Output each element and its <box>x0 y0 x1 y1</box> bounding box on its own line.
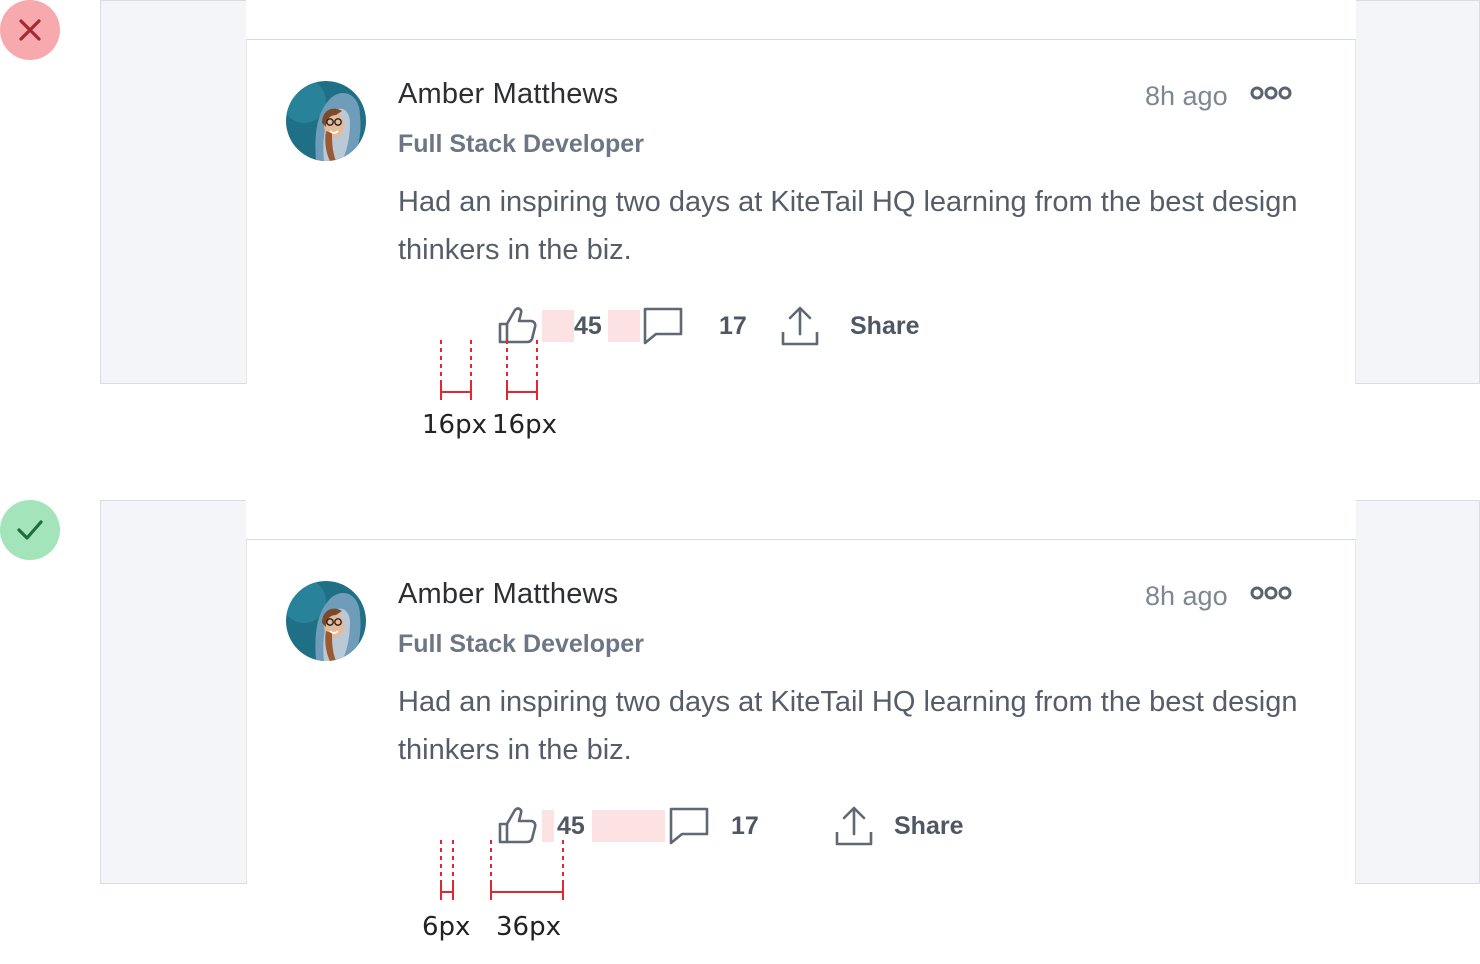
share-label[interactable]: Share <box>850 312 919 341</box>
post-body: Had an inspiring two days at KiteTail HQ… <box>398 686 1298 766</box>
like-count[interactable]: 45 <box>557 812 585 841</box>
correct-example: Amber Matthews Full Stack Developer 8h a… <box>0 500 1480 960</box>
comment-icon[interactable] <box>642 306 684 346</box>
previous-card-edge <box>246 500 1356 539</box>
post-actions: 45 17 Share <box>247 298 1357 358</box>
thumbs-up-icon[interactable] <box>497 304 539 346</box>
author-name[interactable]: Amber Matthews <box>398 578 618 611</box>
incorrect-example: Amber Matthews Full Stack Developer 8h a… <box>0 0 1480 460</box>
share-label[interactable]: Share <box>894 812 963 841</box>
share-icon[interactable] <box>834 804 874 848</box>
comment-icon[interactable] <box>668 806 710 846</box>
measurement-label: 16px <box>422 410 487 440</box>
author-name[interactable]: Amber Matthews <box>398 78 618 111</box>
author-role: Full Stack Developer <box>398 630 644 658</box>
measurement-label: 6px <box>422 912 471 942</box>
feed-frame: Amber Matthews Full Stack Developer 8h a… <box>100 500 1480 884</box>
feed-frame: Amber Matthews Full Stack Developer 8h a… <box>100 0 1480 384</box>
measurement-label: 36px <box>496 912 561 942</box>
check-icon <box>17 520 43 540</box>
spacing-highlight <box>542 310 574 342</box>
share-icon[interactable] <box>780 304 820 348</box>
author-role: Full Stack Developer <box>398 130 644 158</box>
spacing-highlight <box>592 810 665 842</box>
previous-card-edge <box>246 0 1356 39</box>
post-body: Had an inspiring two days at KiteTail HQ… <box>398 186 1298 266</box>
post-timestamp: 8h ago <box>1145 81 1228 111</box>
post-timestamp: 8h ago <box>1145 581 1228 611</box>
x-icon <box>19 19 41 41</box>
post-actions: 45 17 Share <box>247 798 1357 858</box>
correct-badge <box>0 500 60 560</box>
author-avatar[interactable] <box>286 81 366 161</box>
more-options-icon[interactable] <box>1250 584 1294 602</box>
incorrect-badge <box>0 0 60 60</box>
post-card: Amber Matthews Full Stack Developer 8h a… <box>246 39 1356 384</box>
spacing-highlight <box>542 810 554 842</box>
post-card: Amber Matthews Full Stack Developer 8h a… <box>246 539 1356 884</box>
spacing-highlight <box>608 310 640 342</box>
more-options-icon[interactable] <box>1250 84 1294 102</box>
author-avatar[interactable] <box>286 581 366 661</box>
comment-count[interactable]: 17 <box>731 812 759 841</box>
thumbs-up-icon[interactable] <box>497 804 539 846</box>
like-count[interactable]: 45 <box>574 312 602 341</box>
measurement-label: 16px <box>492 410 557 440</box>
comment-count[interactable]: 17 <box>719 312 747 341</box>
